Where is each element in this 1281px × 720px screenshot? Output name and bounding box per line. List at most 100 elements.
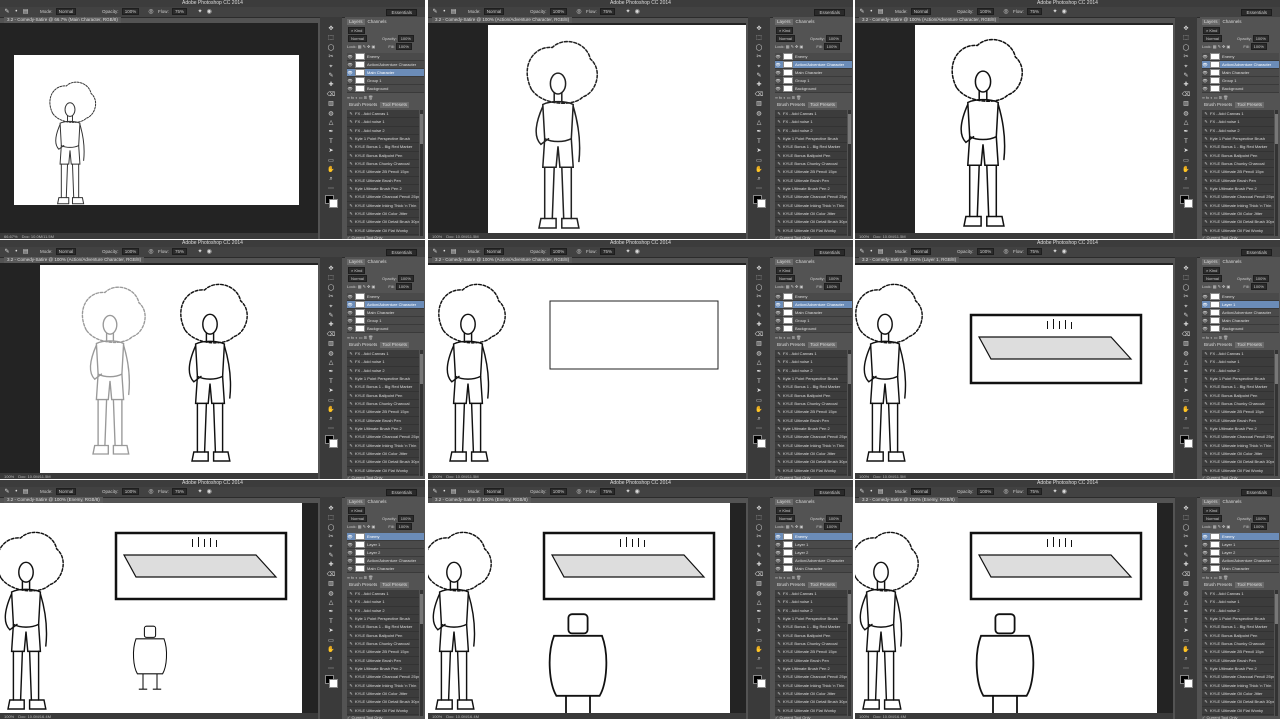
tool-icon-13[interactable]: T: [754, 138, 764, 146]
tool-preset-item[interactable]: ✎ KYLE Ultimate Oil Detail Brush 30px: [775, 458, 847, 467]
eye-icon[interactable]: 👁: [347, 317, 353, 324]
background-color-swatch[interactable]: [329, 679, 338, 688]
tool-icon-2[interactable]: ⬚: [1181, 514, 1191, 522]
tool-preset-item[interactable]: ✎ FX - Add Canvas 1: [347, 350, 419, 359]
eye-icon[interactable]: 👁: [775, 69, 781, 76]
tool-icon-7[interactable]: ✚: [1181, 561, 1191, 569]
tool-preset-item[interactable]: ✎ KYLE Ultimate Oil Flat Wonky: [347, 467, 419, 476]
tool-preset-item[interactable]: ✎ FX - Add noise 1: [775, 598, 847, 607]
tool-preset-item[interactable]: ✎ KYLE Ultimate Oil Flat Wonky: [775, 467, 847, 476]
tool-preset-item[interactable]: ✎ KYLE Bonus 1 - Big Red Marker: [1202, 383, 1274, 392]
eye-icon[interactable]: 👁: [775, 309, 781, 316]
layer-row[interactable]: 👁 Layer 2: [775, 549, 852, 557]
presets-scrollbar[interactable]: [848, 590, 851, 716]
airbrush-icon[interactable]: ✦: [1051, 7, 1059, 17]
airbrush-icon[interactable]: ✦: [196, 487, 204, 497]
brush-panel-icon[interactable]: ▤: [450, 7, 458, 17]
eye-icon[interactable]: 👁: [347, 77, 353, 84]
layer-row[interactable]: 👁 Enemy: [775, 293, 852, 301]
brush-tool-icon[interactable]: ✎: [3, 7, 11, 17]
tool-icon-18[interactable]: ⋯: [326, 425, 336, 433]
tab-layers[interactable]: Layers: [1202, 259, 1220, 265]
layer-row[interactable]: 👁 Group 1: [347, 317, 424, 325]
tool-icon-18[interactable]: ⋯: [754, 425, 764, 433]
tab-layers[interactable]: Layers: [775, 499, 793, 505]
flow-field[interactable]: 75%: [600, 248, 616, 255]
mode-select[interactable]: Normal: [483, 248, 505, 255]
tool-preset-item[interactable]: ✎ KYLE Bonus Chunky Charcoal: [347, 400, 419, 409]
tool-icon-7[interactable]: ✚: [754, 321, 764, 329]
tool-icon-2[interactable]: ⬚: [754, 514, 764, 522]
tool-icon-5[interactable]: ⌖: [1181, 63, 1191, 71]
canvas-area[interactable]: [428, 23, 746, 233]
tool-icon-6[interactable]: ✎: [754, 552, 764, 560]
tool-preset-item[interactable]: ✎ FX - Add Canvas 1: [347, 590, 419, 599]
eye-icon[interactable]: 👁: [347, 549, 353, 556]
tool-icon-10[interactable]: ◍: [1181, 590, 1191, 598]
tool-icon-18[interactable]: ⋯: [754, 665, 764, 673]
opacity-field[interactable]: 100%: [121, 488, 140, 495]
tab-channels[interactable]: Channels: [1221, 259, 1244, 265]
status-zoom[interactable]: 100%: [432, 714, 442, 719]
tool-preset-item[interactable]: ✎ FX - Add Canvas 1: [775, 350, 847, 359]
tool-preset-item[interactable]: ✎ Kyle 1 Point Perspective Brush: [1202, 135, 1274, 144]
brush-panel-icon[interactable]: ▤: [877, 7, 885, 17]
tool-preset-item[interactable]: ✎ KYLE Bonus Ballpoint Pen: [775, 632, 847, 641]
tool-icon-10[interactable]: ◍: [754, 110, 764, 118]
tool-preset-item[interactable]: ✎ KYLE Ultimate Oil Color Jitter: [775, 450, 847, 459]
current-tool-only-checkbox[interactable]: ✓ Current Tool Only: [1202, 716, 1238, 720]
canvas-area[interactable]: [428, 263, 746, 473]
blend-mode-select[interactable]: Normal: [1203, 515, 1222, 522]
tab-brush-presets[interactable]: Brush Presets: [775, 342, 807, 348]
tool-icon-11[interactable]: △: [1181, 359, 1191, 367]
tool-preset-item[interactable]: ✎ KYLE Ultimate Brush Pen: [347, 657, 419, 666]
presets-scrollbar[interactable]: [1275, 590, 1278, 716]
tool-icon-5[interactable]: ⌖: [754, 543, 764, 551]
tab-layers[interactable]: Layers: [347, 259, 365, 265]
tool-preset-item[interactable]: ✎ KYLE Bonus Chunky Charcoal: [775, 640, 847, 649]
eye-icon[interactable]: 👁: [1202, 317, 1208, 324]
background-color-swatch[interactable]: [1184, 439, 1193, 448]
layer-row[interactable]: 👁 Layer 1: [1202, 541, 1279, 549]
status-zoom[interactable]: 100%: [4, 474, 14, 479]
tab-tool-presets[interactable]: Tool Presets: [1235, 342, 1265, 348]
layer-row[interactable]: 👁 Enemy: [347, 53, 424, 61]
tool-icon-4[interactable]: ✂: [1181, 293, 1191, 301]
tool-icon-12[interactable]: ✒: [326, 128, 336, 136]
document-canvas[interactable]: [428, 503, 730, 713]
tool-preset-item[interactable]: ✎ KYLE Ultimate Inking Thick 'n Thin: [1202, 682, 1274, 691]
layer-filter-kind[interactable]: ⌕ Kind: [776, 267, 794, 274]
tool-icon-14[interactable]: ➤: [326, 627, 336, 635]
tool-icon-9[interactable]: ▥: [326, 340, 336, 348]
presets-scrollbar[interactable]: [420, 350, 423, 476]
workspace-switcher[interactable]: Essentials: [1241, 9, 1272, 16]
layer-row[interactable]: 👁 Layer 2: [1202, 549, 1279, 557]
layer-filter-kind[interactable]: ⌕ Kind: [776, 27, 794, 34]
pressure-opacity-icon[interactable]: ◎: [1002, 247, 1010, 257]
flow-field[interactable]: 75%: [172, 248, 188, 255]
blend-mode-select[interactable]: Normal: [348, 35, 367, 42]
tool-preset-item[interactable]: ✎KYLE Ultimate Charcoal Pencil 25px Wet: [775, 193, 847, 202]
tab-brush-presets[interactable]: Brush Presets: [1202, 582, 1234, 588]
tool-preset-item[interactable]: ✎ KYLE Bonus 1 - Big Red Marker: [775, 143, 847, 152]
tool-preset-item[interactable]: ✎ KYLE Ultimate Oil Flat Wonky: [775, 707, 847, 716]
tool-preset-item[interactable]: ✎ FX - Add Canvas 1: [775, 110, 847, 119]
eye-icon[interactable]: 👁: [347, 533, 353, 540]
airbrush-icon[interactable]: ✦: [624, 247, 632, 257]
tab-brush-presets[interactable]: Brush Presets: [775, 102, 807, 108]
tool-icon-6[interactable]: ✎: [754, 312, 764, 320]
tool-icon-6[interactable]: ✎: [754, 72, 764, 80]
tool-preset-item[interactable]: ✎KYLE Ultimate Charcoal Pencil 25px Wet: [347, 433, 419, 442]
layer-row[interactable]: 👁 Layer 1: [775, 541, 852, 549]
tool-preset-item[interactable]: ✎ FX - Add noise 2: [347, 367, 419, 376]
mode-select[interactable]: Normal: [910, 248, 932, 255]
tool-icon-1[interactable]: ✥: [1181, 265, 1191, 273]
tool-preset-item[interactable]: ✎ KYLE Ultimate Inking Thick 'n Thin: [347, 202, 419, 211]
brush-panel-icon[interactable]: ▤: [877, 487, 885, 497]
pressure-opacity-icon[interactable]: ◎: [1002, 487, 1010, 497]
fill-field[interactable]: 100%: [1250, 523, 1267, 530]
tool-icon-8[interactable]: ⌫: [754, 571, 764, 579]
tool-preset-item[interactable]: ✎ FX - Add noise 1: [347, 118, 419, 127]
opacity-field[interactable]: 100%: [976, 248, 995, 255]
tool-preset-item[interactable]: ✎ KYLE Ultimate Oil Color Jitter: [775, 690, 847, 699]
